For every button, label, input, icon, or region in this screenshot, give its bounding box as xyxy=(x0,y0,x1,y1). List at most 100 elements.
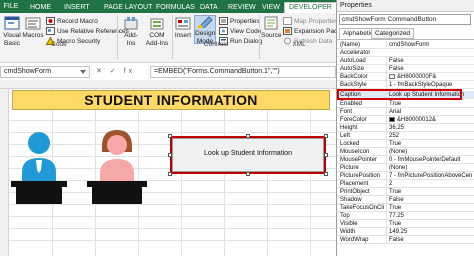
properties-icon xyxy=(219,17,228,26)
property-row[interactable]: Shadow False xyxy=(337,196,474,204)
property-value-color[interactable]: &H8000000F& xyxy=(386,73,472,81)
property-value[interactable]: False xyxy=(386,57,472,65)
record-macro-button[interactable]: Record Macro xyxy=(46,17,98,26)
property-name: PicturePosition xyxy=(340,173,381,179)
resize-handle[interactable] xyxy=(324,153,328,157)
property-name: Top xyxy=(340,213,350,219)
view-code-label: View Code xyxy=(230,28,262,35)
insert-control-button[interactable]: Insert xyxy=(174,16,192,40)
insert-label: Insert xyxy=(174,32,192,39)
property-row[interactable]: Picture (None) xyxy=(337,164,474,172)
resize-handle[interactable] xyxy=(168,153,172,157)
tab-formulas[interactable]: FORMULAS xyxy=(156,3,195,13)
resize-handle[interactable] xyxy=(168,134,172,138)
resize-handle[interactable] xyxy=(246,134,250,138)
object-selector[interactable]: cmdShowForm CommandButton xyxy=(339,14,471,25)
property-value[interactable]: False xyxy=(386,196,472,204)
property-value[interactable]: 1 - fmBackStyleOpaque xyxy=(386,81,472,89)
tab-developer[interactable]: DEVELOPER xyxy=(284,2,337,13)
property-row[interactable]: PicturePosition 7 - fmPicturePositionAbov… xyxy=(337,172,474,180)
property-value[interactable]: True xyxy=(386,204,472,212)
properties-button[interactable]: Properties xyxy=(219,17,260,26)
view-code-button[interactable]: View Code xyxy=(219,27,261,36)
property-value[interactable]: 252 xyxy=(386,132,472,140)
tab-data[interactable]: DATA xyxy=(200,3,218,13)
property-name: Visible xyxy=(340,221,358,227)
source-label: Source xyxy=(261,32,282,39)
property-row[interactable]: Placement 2 xyxy=(337,180,474,188)
resize-handle[interactable] xyxy=(168,172,172,176)
tab-view[interactable]: VIEW xyxy=(262,3,280,13)
property-value[interactable]: True xyxy=(386,188,472,196)
chevron-down-icon[interactable] xyxy=(80,70,86,74)
property-name: (Name) xyxy=(340,42,361,48)
tab-categorized[interactable]: Categorized xyxy=(371,28,415,39)
tab-file[interactable]: FILE xyxy=(0,0,22,13)
property-value[interactable]: 149.25 xyxy=(386,228,472,236)
property-row[interactable]: ForeColor &H80000012& xyxy=(337,116,474,124)
formula-bar-icons[interactable]: ✕ ✓ fx xyxy=(96,67,135,75)
macros-icon xyxy=(25,17,41,30)
property-value[interactable]: False xyxy=(386,65,472,73)
property-value[interactable]: True xyxy=(386,220,472,228)
property-row[interactable]: BackColor &H8000000F& xyxy=(337,73,474,81)
property-row[interactable]: Enabled True xyxy=(337,100,474,108)
property-row[interactable]: AutoSize False xyxy=(337,65,474,73)
source-icon xyxy=(264,16,278,30)
property-name: AutoLoad xyxy=(340,58,366,64)
map-properties-button[interactable]: Map Properties xyxy=(283,17,338,26)
property-value: &H80000012& xyxy=(397,117,437,123)
property-row[interactable]: Locked True xyxy=(337,140,474,148)
property-value[interactable]: True xyxy=(386,140,472,148)
property-row[interactable]: Accelerator xyxy=(337,49,474,57)
property-value[interactable]: 36.25 xyxy=(386,124,472,132)
property-row[interactable]: (Name) cmdShowForm xyxy=(337,41,474,49)
property-value[interactable]: (None) xyxy=(386,148,472,156)
property-value[interactable]: 2 xyxy=(386,180,472,188)
macros-button[interactable]: Macros xyxy=(22,16,44,40)
property-row[interactable]: TakeFocusOnClickTrue xyxy=(337,204,474,212)
design-mode-button[interactable]: Design Mode xyxy=(194,15,216,45)
property-row[interactable]: PrintObject True xyxy=(337,188,474,196)
property-row[interactable]: Top 77.25 xyxy=(337,212,474,220)
tab-home[interactable]: HOME xyxy=(30,3,51,13)
property-name: Placement xyxy=(340,181,369,187)
property-row[interactable]: MouseIcon (None) xyxy=(337,148,474,156)
add-ins-button[interactable]: Add-Ins xyxy=(120,16,142,48)
property-value[interactable]: Arial xyxy=(386,108,472,116)
formula-input[interactable]: =EMBED("Forms.CommandButton.1","") xyxy=(150,66,336,78)
property-row[interactable]: Width 149.25 xyxy=(337,228,474,236)
property-row[interactable]: BackStyle 1 - fmBackStyleOpaque xyxy=(337,81,474,89)
property-value[interactable]: 7 - fmPicturePositionAboveCenter xyxy=(386,172,472,180)
property-value[interactable]: True xyxy=(386,100,472,108)
source-button[interactable]: Source xyxy=(261,16,282,40)
expansion-packs-button[interactable]: Expansion Packs xyxy=(283,27,344,36)
com-add-ins-button[interactable]: COM Add-Ins xyxy=(145,16,169,48)
property-row[interactable]: Left 252 xyxy=(337,132,474,140)
tab-review[interactable]: REVIEW xyxy=(228,3,256,13)
property-value[interactable]: cmdShowForm xyxy=(386,41,472,49)
resize-handle[interactable] xyxy=(324,134,328,138)
property-row[interactable]: Visible True xyxy=(337,220,474,228)
property-value[interactable]: 77.25 xyxy=(386,212,472,220)
property-row[interactable]: AutoLoad False xyxy=(337,57,474,65)
property-row[interactable]: MousePointer 0 - fmMousePointerDefault xyxy=(337,156,474,164)
property-name: Width xyxy=(340,229,356,235)
property-value[interactable]: 0 - fmMousePointerDefault xyxy=(386,156,472,164)
property-row[interactable]: WordWrap False xyxy=(337,236,474,244)
ribbon-separator xyxy=(172,15,173,59)
property-row[interactable]: Font Arial xyxy=(337,108,474,116)
group-code-label: Code xyxy=(51,41,67,48)
tab-insert[interactable]: INSERT xyxy=(64,3,90,13)
property-value[interactable]: (None) xyxy=(386,164,472,172)
resize-handle[interactable] xyxy=(324,172,328,176)
property-value[interactable]: False xyxy=(386,236,472,244)
toolbox-icon xyxy=(175,17,191,30)
tab-page-layout[interactable]: PAGE LAYOUT xyxy=(104,3,152,13)
property-value-color[interactable]: &H80000012& xyxy=(386,116,472,124)
use-relative-label: Use Relative References xyxy=(57,28,129,35)
resize-handle[interactable] xyxy=(246,172,250,176)
property-name: ForeColor xyxy=(340,117,367,123)
property-row[interactable]: Height 36.25 xyxy=(337,124,474,132)
name-box[interactable]: cmdShowForm xyxy=(0,66,90,78)
